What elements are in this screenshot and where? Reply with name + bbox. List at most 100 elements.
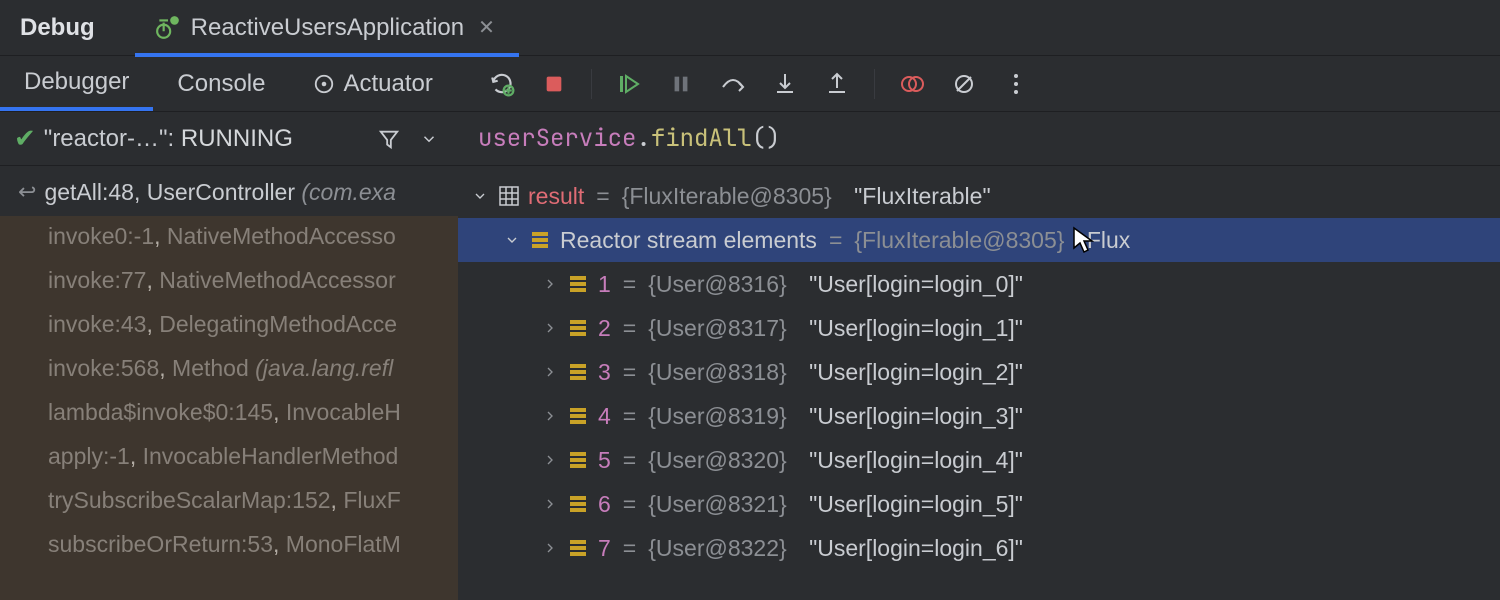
tab-console-label: Console xyxy=(177,70,265,98)
var-name: 5 xyxy=(598,447,611,474)
stack-icon xyxy=(568,494,590,514)
var-ref: {User@8321} xyxy=(648,491,786,518)
variables-panel: userService.findAll() result xyxy=(458,112,1500,600)
frame-class: InvocableH xyxy=(286,399,401,425)
frame-class: MonoFlatM xyxy=(286,531,401,557)
chevron-right-icon[interactable] xyxy=(540,496,560,512)
variables-tree[interactable]: result = {FluxIterable@8305} "FluxIterab… xyxy=(458,166,1500,600)
var-name: 3 xyxy=(598,359,611,386)
chevron-right-icon[interactable] xyxy=(540,408,560,424)
frame-class: InvocableHandlerMethod xyxy=(143,443,399,469)
stack-icon xyxy=(530,230,552,250)
frame-row[interactable]: subscribeOrReturn:53, MonoFlatM xyxy=(0,522,458,566)
chevron-down-icon[interactable] xyxy=(414,130,444,148)
frame-location: trySubscribeScalarMap:152 xyxy=(48,487,331,513)
equals: = xyxy=(619,271,640,298)
chevron-right-icon[interactable] xyxy=(540,540,560,556)
chevron-right-icon[interactable] xyxy=(540,452,560,468)
expr-dot: . xyxy=(636,123,650,154)
resume-button[interactable] xyxy=(614,69,644,99)
var-row-item[interactable]: 1 = {User@8316} "User[login=login_0]" xyxy=(458,262,1500,306)
chevron-right-icon[interactable] xyxy=(540,320,560,336)
equals: = xyxy=(825,227,846,254)
debug-subtabs: Debugger Console Actuator xyxy=(0,56,457,111)
thread-label: "reactor-…": RUNNING xyxy=(44,125,364,153)
var-row-item[interactable]: 6={User@8321} "User[login=login_5]" xyxy=(458,482,1500,526)
var-name: 4 xyxy=(598,403,611,430)
run-config-label: ReactiveUsersApplication xyxy=(191,14,464,42)
var-ref: {User@8318} xyxy=(648,359,786,386)
run-config-tab[interactable]: ReactiveUsersApplication ✕ xyxy=(135,2,519,57)
equals: = xyxy=(619,491,640,518)
frame-row[interactable]: trySubscribeScalarMap:152, FluxF xyxy=(0,478,458,522)
frame-row[interactable]: invoke:568, Method (java.lang.refl xyxy=(0,346,458,390)
frame-location: invoke0:-1 xyxy=(48,223,154,249)
var-name: 7 xyxy=(598,535,611,562)
frame-location: lambda$invoke$0:145 xyxy=(48,399,273,425)
var-name: 6 xyxy=(598,491,611,518)
var-ref: {User@8319} xyxy=(648,403,786,430)
var-value: "FluxIterable" xyxy=(854,183,991,210)
frame-row[interactable]: ↩ getAll:48, UserController (com.exa xyxy=(0,170,458,214)
var-value: "User[login=login_1]" xyxy=(809,315,1023,342)
equals: = xyxy=(619,447,640,474)
frame-class: NativeMethodAccesso xyxy=(167,223,396,249)
equals: = xyxy=(592,183,613,210)
step-into-button[interactable] xyxy=(770,69,800,99)
filter-icon[interactable] xyxy=(372,128,406,150)
more-button[interactable] xyxy=(1001,69,1031,99)
chevron-down-icon[interactable] xyxy=(502,232,522,248)
var-ref: {FluxIterable@8305} xyxy=(854,227,1064,254)
var-row-item[interactable]: 3={User@8318} "User[login=login_2]" xyxy=(458,350,1500,394)
evaluate-expression-input[interactable]: userService.findAll() xyxy=(458,112,1500,166)
debug-header: Debug ReactiveUsersApplication ✕ xyxy=(0,0,1500,56)
frame-row[interactable]: lambda$invoke$0:145, InvocableH xyxy=(0,390,458,434)
frame-row[interactable]: invoke0:-1, NativeMethodAccesso xyxy=(0,214,458,258)
thread-selector[interactable]: ✔ "reactor-…": RUNNING xyxy=(0,112,458,166)
step-over-button[interactable] xyxy=(718,69,748,99)
close-icon[interactable]: ✕ xyxy=(474,13,499,42)
stack-icon xyxy=(568,274,590,294)
expr-method: findAll xyxy=(651,123,752,154)
tab-actuator[interactable]: Actuator xyxy=(289,56,456,111)
stack-icon xyxy=(568,318,590,338)
actuator-icon xyxy=(313,73,335,95)
tab-debugger-label: Debugger xyxy=(24,68,129,96)
var-ref: {FluxIterable@8305} xyxy=(622,183,832,210)
check-icon: ✔ xyxy=(14,123,36,154)
frame-class: Method xyxy=(172,355,249,381)
tab-console[interactable]: Console xyxy=(153,56,289,111)
chevron-down-icon[interactable] xyxy=(470,188,490,204)
var-row-item[interactable]: 2={User@8317} "User[login=login_1]" xyxy=(458,306,1500,350)
var-row-item[interactable]: 5={User@8320} "User[login=login_4]" xyxy=(458,438,1500,482)
rerun-debug-button[interactable] xyxy=(487,69,517,99)
grid-icon xyxy=(498,186,520,206)
view-breakpoints-button[interactable] xyxy=(897,69,927,99)
var-row-result[interactable]: result = {FluxIterable@8305} "FluxIterab… xyxy=(458,174,1500,218)
var-row-item[interactable]: 4={User@8319} "User[login=login_3]" xyxy=(458,394,1500,438)
var-name: result xyxy=(528,183,584,210)
frame-row[interactable]: invoke:77, NativeMethodAccessor xyxy=(0,258,458,302)
frame-location: invoke:77 xyxy=(48,267,146,293)
tab-debugger[interactable]: Debugger xyxy=(0,56,153,111)
frame-row[interactable]: apply:-1, InvocableHandlerMethod xyxy=(0,434,458,478)
var-row-item[interactable]: 7={User@8322} "User[login=login_6]" xyxy=(458,526,1500,570)
stack-icon xyxy=(568,538,590,558)
mute-breakpoints-button[interactable] xyxy=(949,69,979,99)
var-row-reactor-stream[interactable]: Reactor stream elements = {FluxIterable@… xyxy=(458,218,1500,262)
chevron-right-icon[interactable] xyxy=(540,276,560,292)
frame-row[interactable]: invoke:43, DelegatingMethodAcce xyxy=(0,302,458,346)
chevron-right-icon[interactable] xyxy=(540,364,560,380)
stop-button[interactable] xyxy=(539,69,569,99)
frame-package: (com.exa xyxy=(301,179,396,205)
frame-class: FluxF xyxy=(343,487,401,513)
back-icon: ↩ xyxy=(18,179,36,205)
equals: = xyxy=(619,535,640,562)
frames-list[interactable]: ↩ getAll:48, UserController (com.exa inv… xyxy=(0,166,458,600)
frame-location: getAll:48 xyxy=(44,179,134,205)
var-value: "User[login=login_0]" xyxy=(809,271,1023,298)
equals: = xyxy=(619,403,640,430)
stack-icon xyxy=(568,406,590,426)
pause-button[interactable] xyxy=(666,69,696,99)
step-out-button[interactable] xyxy=(822,69,852,99)
